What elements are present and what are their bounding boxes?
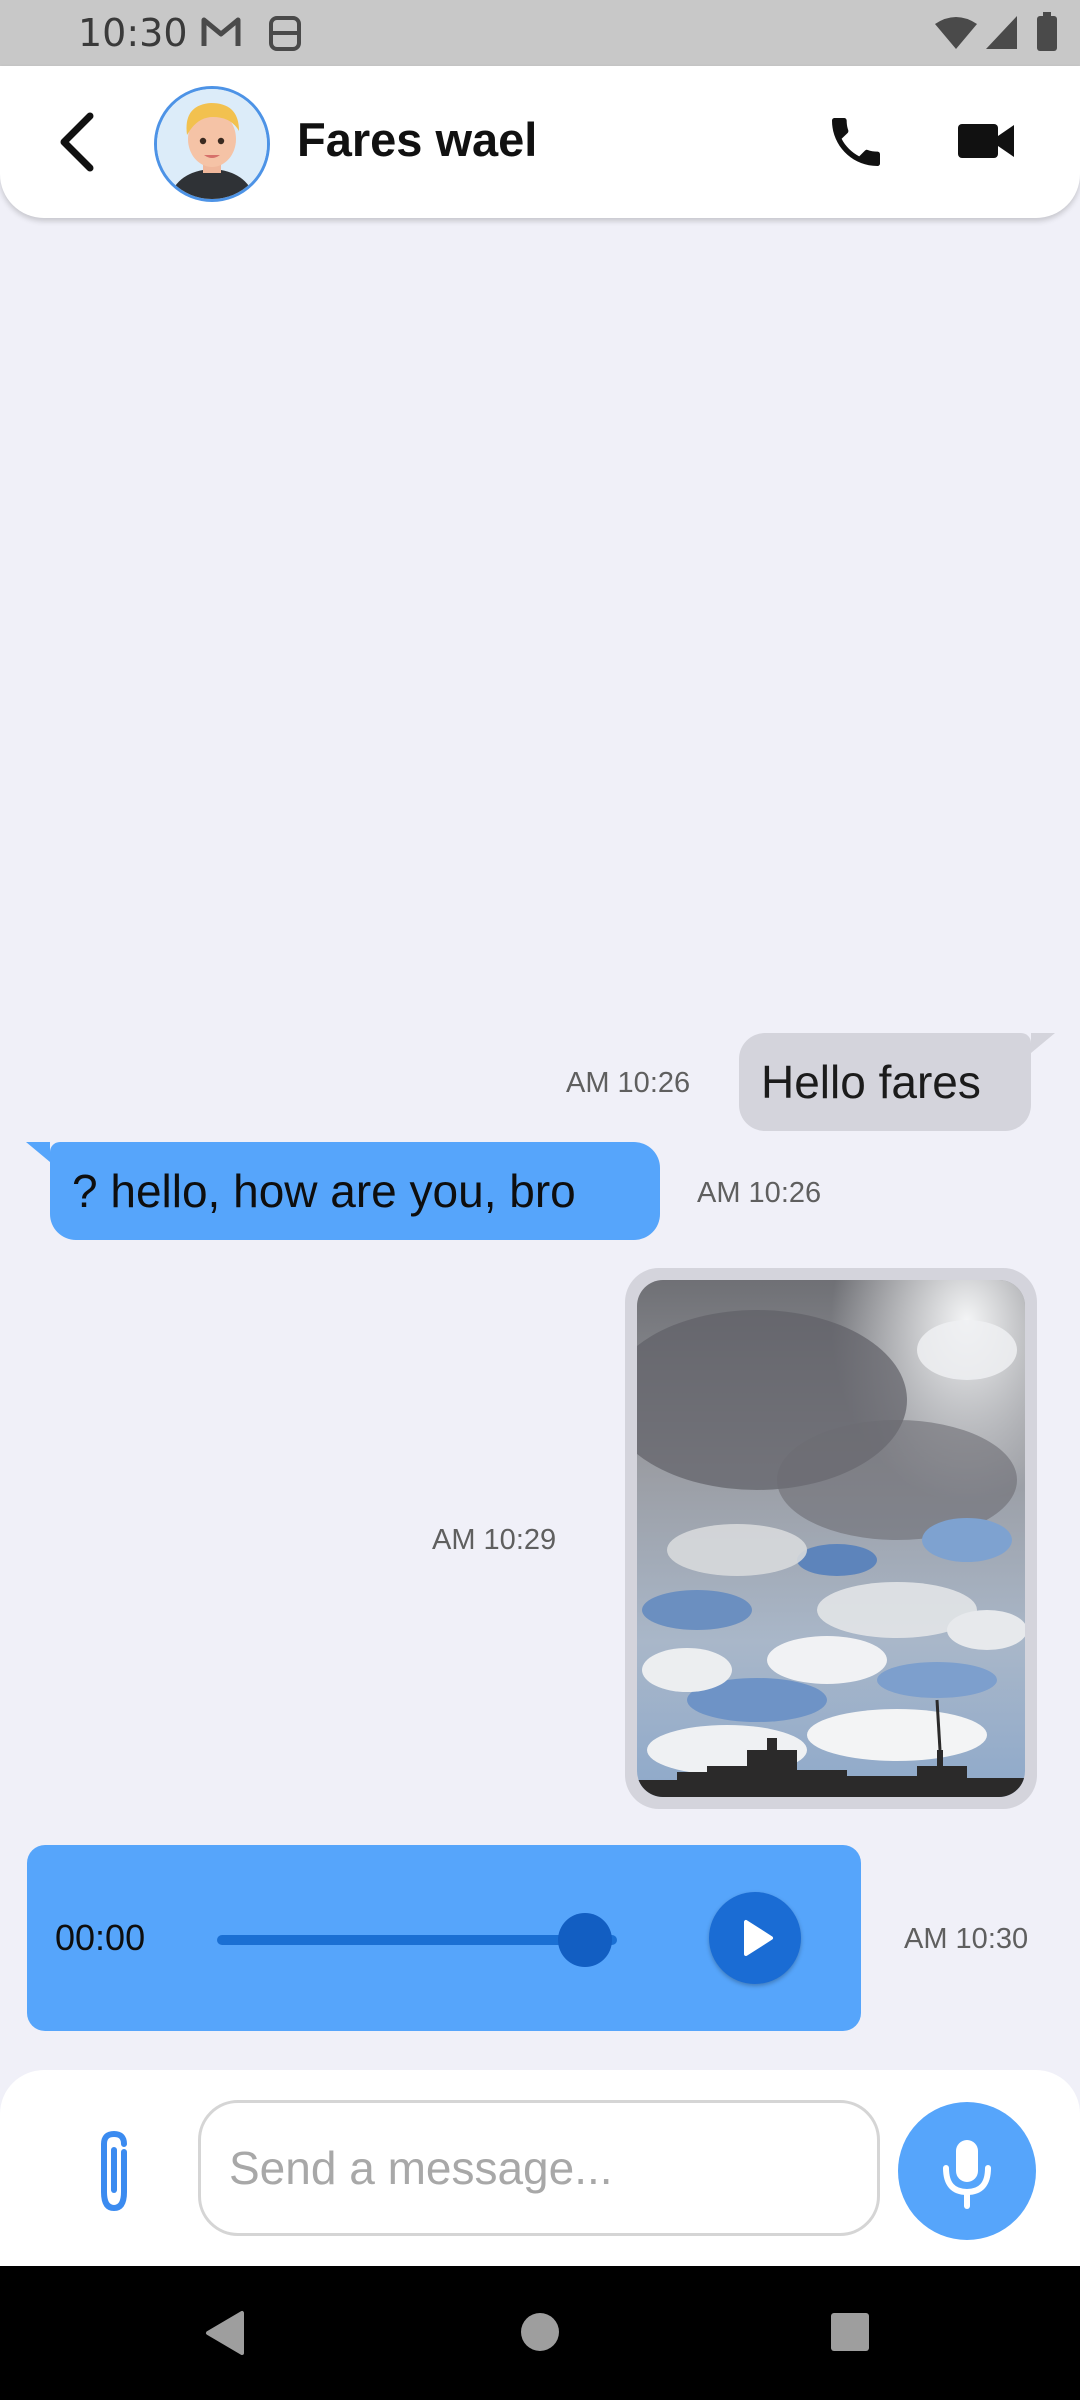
back-button[interactable] — [52, 110, 108, 174]
status-bar: 10:30 — [0, 0, 1080, 66]
contact-name[interactable]: Fares wael — [297, 110, 537, 170]
bubble-tail — [1031, 1033, 1055, 1053]
chat-header: Fares wael — [0, 66, 1080, 218]
battery-icon — [1036, 12, 1058, 57]
triangle-back-icon — [206, 2311, 244, 2355]
voice-call-button[interactable] — [824, 110, 888, 174]
image-message[interactable] — [625, 1268, 1037, 1809]
voice-message: 00:00 — [27, 1845, 861, 2031]
message-time: AM 10:26 — [566, 1067, 691, 1099]
voice-progress-track[interactable] — [217, 1935, 617, 1945]
message-input[interactable] — [198, 2100, 880, 2236]
status-time: 10:30 — [78, 11, 188, 55]
message-time: AM 10:29 — [432, 1524, 557, 1556]
message-time: AM 10:30 — [904, 1923, 1029, 1955]
wifi-icon — [934, 16, 978, 55]
calendar-strike-icon — [268, 14, 302, 57]
cloudy-sky-photo — [637, 1280, 1025, 1797]
attach-button[interactable] — [88, 2130, 140, 2214]
nav-back-button[interactable] — [204, 2310, 246, 2361]
avatar[interactable] — [154, 86, 270, 202]
square-recents-icon — [831, 2313, 869, 2351]
microphone-icon — [943, 2140, 991, 2209]
play-button[interactable] — [709, 1892, 801, 1984]
video-call-button[interactable] — [956, 114, 1016, 166]
play-icon — [744, 1920, 773, 1956]
back-arrow-icon — [60, 112, 94, 172]
home-circle-icon — [521, 2313, 559, 2351]
incoming-message-bubble[interactable]: ? hello, how are you, bro — [50, 1142, 660, 1240]
signal-icon — [984, 14, 1018, 55]
nav-home-button[interactable] — [520, 2312, 560, 2357]
paperclip-icon — [101, 2130, 127, 2212]
message-time: AM 10:26 — [697, 1177, 822, 1209]
bubble-tail — [26, 1142, 50, 1162]
video-camera-icon — [958, 124, 1014, 158]
nav-recents-button[interactable] — [830, 2312, 870, 2357]
composer-bar — [0, 2070, 1080, 2266]
outgoing-message-bubble[interactable]: Hello fares — [739, 1033, 1031, 1131]
phone-icon — [832, 118, 880, 166]
voice-record-button[interactable] — [898, 2102, 1036, 2240]
gmail-icon — [200, 14, 242, 55]
voice-progress-thumb[interactable] — [558, 1913, 612, 1967]
system-navigation-bar — [0, 2266, 1080, 2400]
voice-duration: 00:00 — [55, 1917, 146, 1958]
